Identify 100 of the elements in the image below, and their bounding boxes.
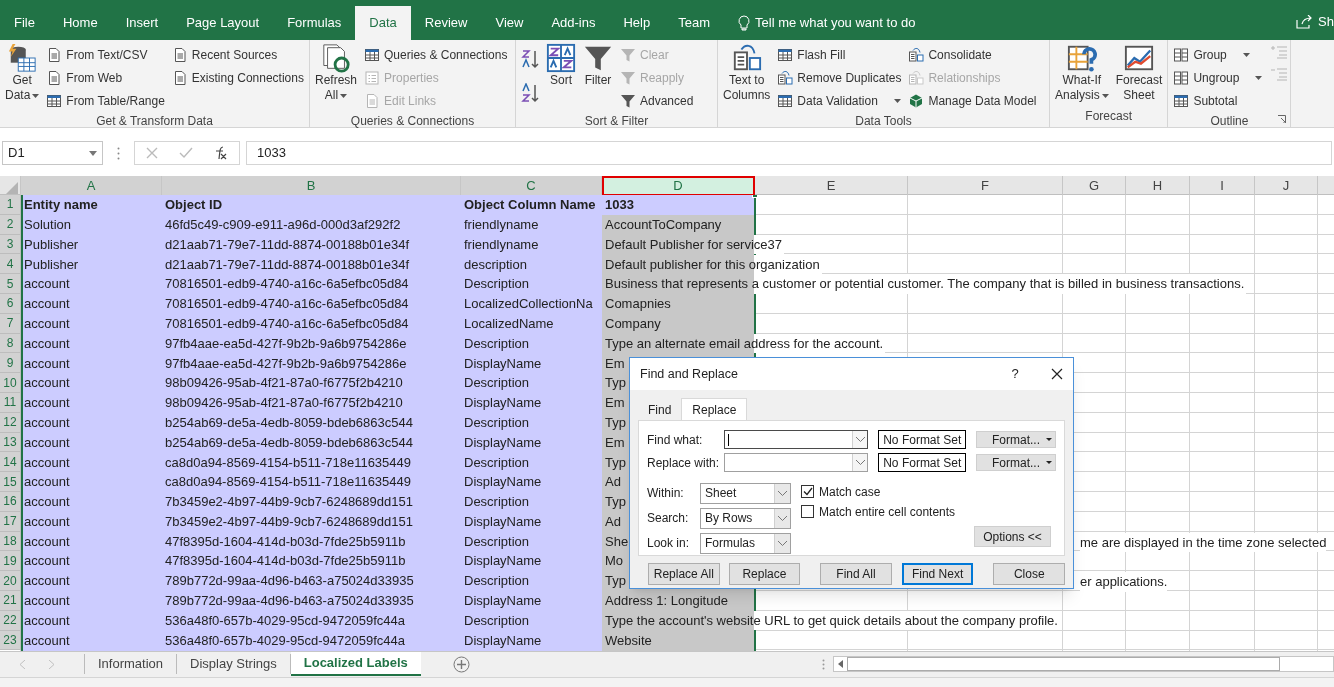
combo-field[interactable]: [723, 453, 869, 472]
options-button[interactable]: Options <<: [974, 526, 1051, 547]
column-header[interactable]: H: [1126, 176, 1190, 196]
function-icon[interactable]: [214, 146, 229, 160]
ribbon-button[interactable]: From Table/Range: [44, 89, 167, 112]
cell-text: 97fb4aae-ea5d-427f-9b2b-9a6b9754286e: [165, 354, 407, 373]
cell-text: Entity name: [24, 196, 98, 215]
cell-text: 536a48f0-657b-4029-95cd-9472059fc44a: [165, 631, 405, 650]
sort-ascending-icon[interactable]: [521, 49, 539, 69]
cell-text: 47f8395d-1604-414d-b03d-7fde25b5911b: [165, 532, 406, 551]
tell-me-search[interactable]: Tell me what you want to do: [755, 13, 916, 33]
cell-text: friendlyname: [464, 235, 539, 254]
dialog-button[interactable]: Find All: [820, 563, 892, 585]
ribbon-button[interactable]: Remove Duplicates: [775, 66, 904, 89]
cell-text: 98b09426-95ab-4f21-87a0-f6775f2b4210: [165, 394, 403, 413]
row-header[interactable]: 14: [0, 452, 21, 473]
sheet-tab[interactable]: Localized Labels: [290, 652, 421, 676]
dialog-button[interactable]: Close: [993, 563, 1066, 585]
menu-tab[interactable]: Team: [664, 6, 725, 40]
share-button[interactable]: Sh: [1318, 12, 1334, 32]
menu-tab[interactable]: Review: [410, 6, 482, 40]
dialog-button[interactable]: Find Next: [901, 563, 974, 585]
checkbox[interactable]: [801, 485, 814, 498]
format-button[interactable]: Format...: [976, 431, 1056, 448]
checkbox[interactable]: [801, 505, 814, 518]
dialog-tab[interactable]: Replace: [681, 398, 748, 420]
combo-field[interactable]: [723, 430, 869, 449]
ribbon-button[interactable]: From Text/CSV: [44, 43, 167, 66]
row-header[interactable]: 19: [0, 551, 21, 572]
dialog-tab[interactable]: Find: [638, 400, 682, 420]
ribbon-button[interactable]: Queries & Connections: [362, 43, 510, 66]
menu-tab[interactable]: File: [0, 6, 49, 40]
cell-text: Description: [464, 275, 530, 294]
name-box[interactable]: D1: [2, 141, 103, 165]
column-header[interactable]: B: [162, 176, 461, 196]
column-header[interactable]: A: [21, 176, 162, 196]
ribbon-button[interactable]: Consolidate: [906, 43, 1039, 66]
select-field[interactable]: Sheet: [700, 482, 791, 504]
ribbon-button[interactable]: Advanced: [618, 89, 696, 112]
formula-field[interactable]: 1033: [246, 141, 1332, 165]
dialog-button[interactable]: Replace All: [648, 563, 720, 585]
ribbon-button[interactable]: Group: [1171, 43, 1265, 66]
menu-tab[interactable]: Page Layout: [172, 6, 274, 40]
check-icon[interactable]: [179, 147, 193, 159]
sort-descending-icon[interactable]: [521, 83, 539, 103]
column-header[interactable]: D: [602, 176, 755, 196]
row-header[interactable]: 1: [0, 195, 21, 215]
dialog-launcher-icon[interactable]: [1278, 115, 1287, 123]
row-header[interactable]: 15: [0, 472, 21, 492]
row-header[interactable]: 10: [0, 373, 21, 393]
format-button[interactable]: Format...: [976, 454, 1056, 471]
horizontal-scrollbar[interactable]: [833, 656, 1334, 672]
ribbon-button[interactable]: Data Validation: [775, 89, 904, 112]
sheet-tab[interactable]: Display Strings: [177, 653, 290, 675]
menu-tab[interactable]: Formulas: [273, 6, 356, 40]
add-sheet-icon[interactable]: [452, 656, 470, 673]
ribbon-button[interactable]: Existing Connections: [169, 66, 306, 89]
cell-text: 70816501-edb9-4740-a16c-6a5efbc05d84: [165, 275, 409, 294]
menu-tab[interactable]: Help: [609, 6, 665, 40]
ribbon-button[interactable]: Filter: [581, 43, 615, 88]
dropdown-icon: [89, 150, 97, 156]
scroll-left-icon[interactable]: [838, 660, 843, 668]
caret-icon: [340, 93, 348, 98]
ribbon-button[interactable]: Sort: [544, 43, 578, 88]
column-header[interactable]: J: [1255, 176, 1318, 196]
column-header[interactable]: I: [1190, 176, 1255, 196]
cell-text: account: [24, 532, 70, 551]
column-header[interactable]: F: [908, 176, 1063, 196]
ribbon-button[interactable]: Get Data: [3, 43, 42, 103]
select-field[interactable]: By Rows: [700, 507, 791, 529]
close-icon[interactable]: [1051, 368, 1063, 380]
help-button[interactable]: ?: [1005, 364, 1025, 384]
select-field[interactable]: Formulas: [700, 532, 791, 554]
row-header[interactable]: 4: [0, 254, 21, 275]
ribbon-button[interactable]: Manage Data Model: [906, 89, 1039, 112]
ribbon-button[interactable]: From Web: [44, 66, 167, 89]
menu-tab[interactable]: Data: [355, 6, 411, 40]
ribbon-button[interactable]: Subtotal: [1171, 89, 1265, 112]
ribbon-button[interactable]: Forecast Sheet: [1113, 43, 1165, 103]
cell-text: Type an alternate email address for the account.: [605, 333, 886, 354]
ribbon-button[interactable]: Flash Fill: [775, 43, 904, 66]
caret-icon: [1242, 53, 1250, 58]
column-header[interactable]: G: [1063, 176, 1126, 196]
ribbon-button[interactable]: Text to Columns: [721, 43, 773, 103]
menu-tab[interactable]: Add-ins: [537, 6, 610, 40]
sheet-tab[interactable]: Information: [85, 653, 177, 675]
ribbon-button[interactable]: Recent Sources: [169, 43, 306, 66]
menu-tab[interactable]: View: [481, 6, 538, 40]
dialog-button[interactable]: Replace: [728, 563, 801, 585]
row-header[interactable]: 9: [0, 353, 21, 374]
cell-text: 7b3459e2-4b97-44b9-9cb7-6248689dd151: [165, 512, 413, 531]
row-header[interactable]: 5: [0, 274, 21, 294]
column-header[interactable]: C: [461, 176, 602, 196]
menu-tab[interactable]: Home: [48, 6, 112, 40]
ribbon-button[interactable]: Ungroup: [1171, 66, 1265, 89]
menu-tab[interactable]: Insert: [111, 6, 173, 40]
ribbon-button[interactable]: Refresh All: [313, 43, 360, 103]
row-header[interactable]: 20: [0, 571, 21, 591]
caret-icon: [1046, 438, 1052, 441]
ribbon-button[interactable]: What-If Analysis: [1053, 43, 1111, 103]
